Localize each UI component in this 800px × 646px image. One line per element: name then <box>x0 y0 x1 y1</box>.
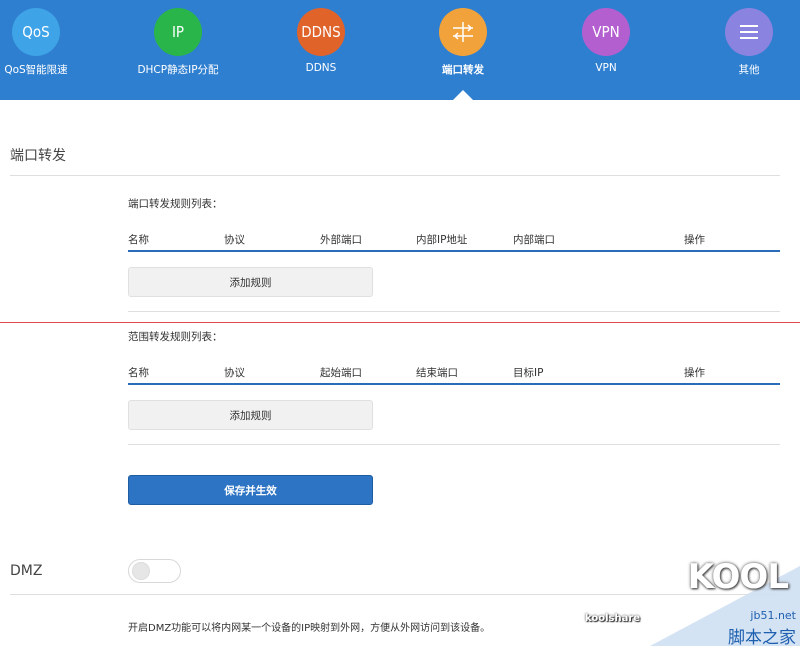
qos-icon-text: QoS <box>22 23 50 41</box>
vpn-icon: VPN <box>582 8 630 56</box>
col-protocol: 协议 <box>224 234 245 246</box>
watermark-logo: KOOL <box>687 557 789 597</box>
dmz-toggle[interactable] <box>128 559 181 583</box>
col-internal-ip: 内部IP地址 <box>416 234 468 246</box>
ip-icon: IP <box>154 8 202 56</box>
vpn-icon-text: VPN <box>592 23 620 41</box>
page-title: 端口转发 <box>10 148 66 164</box>
range-rules-divider <box>128 444 780 445</box>
nav-label-other: 其他 <box>738 64 760 76</box>
port-rules-divider <box>128 311 780 312</box>
col-end-port: 结束端口 <box>416 367 458 379</box>
dmz-label: DMZ <box>10 563 43 579</box>
nav-item-qos[interactable]: QoS QoS智能限速 <box>0 8 96 77</box>
nav-item-ddns[interactable]: DDNS DDNS <box>261 8 381 74</box>
nav-item-dhcp[interactable]: IP DHCP静态IP分配 <box>118 8 238 77</box>
range-rules-header-line <box>128 383 780 385</box>
col-name: 名称 <box>128 234 149 246</box>
dmz-description: 开启DMZ功能可以将内网某一个设备的IP映射到外网，方便从外网访问到该设备。 <box>128 623 491 634</box>
nav-label-qos: QoS智能限速 <box>4 64 68 76</box>
nav-item-port-forward[interactable]: 端口转发 <box>403 8 523 77</box>
col-internal-port: 内部端口 <box>513 234 555 246</box>
active-tab-pointer <box>453 90 473 100</box>
add-port-rule-button[interactable]: 添加规则 <box>128 267 373 297</box>
top-nav: QoS QoS智能限速 IP DHCP静态IP分配 DDNS DDNS 端口转发 <box>0 0 800 100</box>
watermark: KOOL koolshare jb51.net 脚本之家 <box>585 551 800 646</box>
hamburger-glyph <box>740 25 758 39</box>
save-apply-button[interactable]: 保存并生效 <box>128 475 373 505</box>
menu-icon <box>725 8 773 56</box>
qos-icon: QoS <box>12 8 60 56</box>
col-external-port: 外部端口 <box>320 234 362 246</box>
port-rules-title: 端口转发规则列表： <box>128 198 223 210</box>
add-range-rule-button[interactable]: 添加规则 <box>128 400 373 430</box>
ip-icon-text: IP <box>171 23 185 41</box>
ddns-icon: DDNS <box>297 8 345 56</box>
ddns-icon-text: DDNS <box>301 23 341 41</box>
col-start-port: 起始端口 <box>320 367 362 379</box>
range-rules-title: 范围转发规则列表： <box>128 331 223 343</box>
col-action: 操作 <box>684 234 705 246</box>
watermark-site: jb51.net <box>750 609 796 622</box>
section-separator <box>0 322 800 323</box>
port-forward-glyph <box>453 22 473 42</box>
col-protocol: 协议 <box>224 367 245 379</box>
nav-item-vpn[interactable]: VPN VPN <box>546 8 666 74</box>
nav-label-vpn: VPN <box>595 62 617 74</box>
port-forward-icon <box>439 8 487 56</box>
nav-item-other[interactable]: 其他 <box>689 8 800 77</box>
nav-label-dhcp: DHCP静态IP分配 <box>137 64 219 76</box>
col-name: 名称 <box>128 367 149 379</box>
port-rules-header-line <box>128 250 780 252</box>
nav-label-port-forward: 端口转发 <box>442 64 484 76</box>
col-target-ip: 目标IP <box>513 367 544 379</box>
col-action: 操作 <box>684 367 705 379</box>
dmz-toggle-knob <box>132 562 150 580</box>
watermark-site-cn: 脚本之家 <box>728 628 796 646</box>
watermark-brand: koolshare <box>585 613 641 624</box>
title-divider <box>10 175 780 176</box>
nav-label-ddns: DDNS <box>305 62 337 74</box>
